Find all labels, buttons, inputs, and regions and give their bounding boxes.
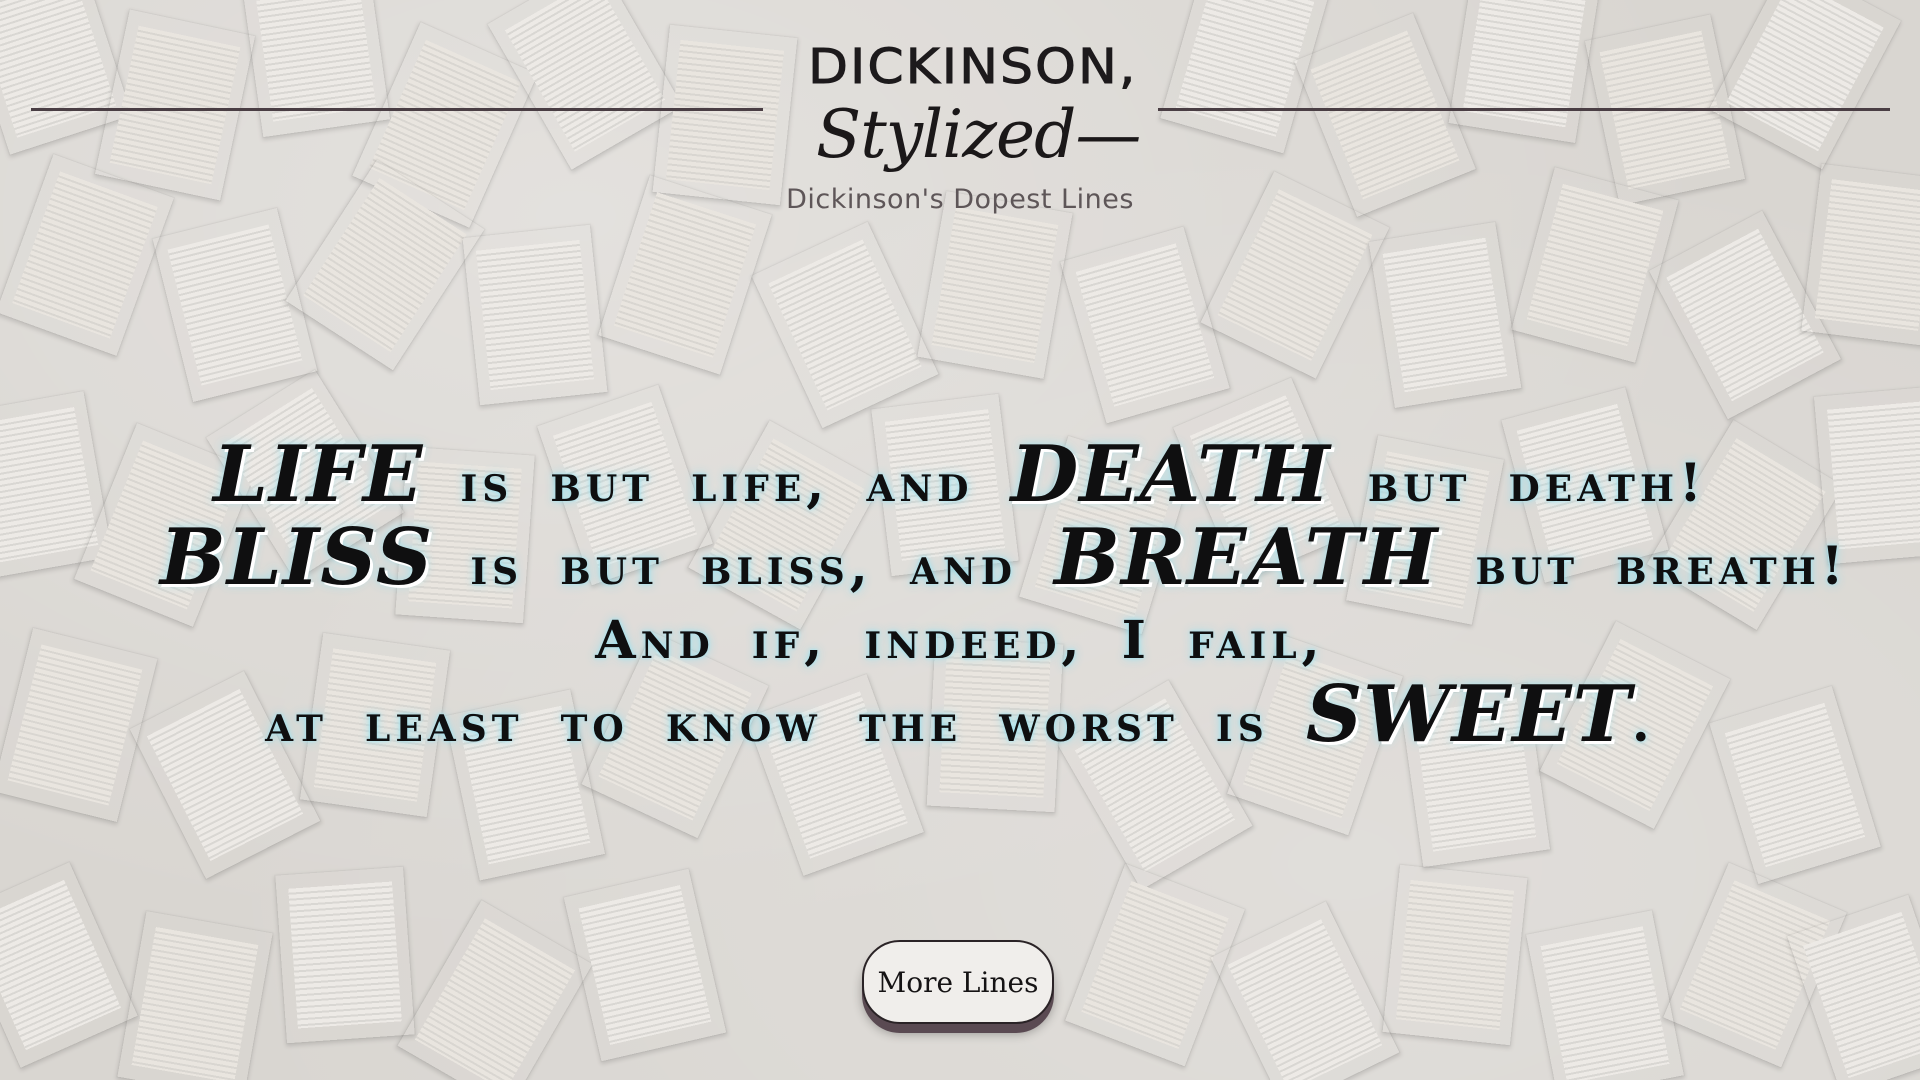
- quote-text: is but bliss, and: [470, 536, 1018, 597]
- logo-subtitle: Stylized—: [816, 96, 1141, 173]
- quote-line-3: And if, indeed, I fail,: [160, 604, 1760, 678]
- emphasis-word: BLISS: [160, 512, 434, 603]
- header-rule-right: [1158, 108, 1890, 111]
- quote-text: And if, indeed, I fail,: [595, 610, 1325, 671]
- quote-line-1: LIFE is but life, and DEATH but death!: [160, 436, 1760, 521]
- more-lines-button[interactable]: More Lines: [862, 940, 1054, 1024]
- logo-title: DICKINSON,: [807, 40, 1138, 96]
- poem-quote: LIFE is but life, and DEATH but death! B…: [160, 436, 1844, 761]
- quote-line-2: BLISS is but bliss, and BREATH but breat…: [160, 519, 1844, 604]
- emphasis-word: LIFE: [213, 429, 424, 520]
- quote-text: .: [1631, 693, 1655, 754]
- emphasis-word: SWEET: [1305, 669, 1632, 760]
- site-logo[interactable]: DICKINSON, Stylized—: [800, 38, 1141, 178]
- quote-line-4: at least to know the worst is SWEET.: [160, 676, 1760, 761]
- emphasis-word: DEATH: [1010, 429, 1331, 520]
- quote-text: at least to know the worst is: [265, 693, 1269, 754]
- header-rule-left: [31, 108, 763, 111]
- quote-text: but breath!: [1475, 536, 1849, 597]
- quote-text: but death!: [1367, 453, 1707, 514]
- quote-text: is but life, and: [460, 453, 974, 514]
- site-tagline: Dickinson's Dopest Lines: [786, 184, 1134, 215]
- emphasis-word: BREATH: [1054, 512, 1439, 603]
